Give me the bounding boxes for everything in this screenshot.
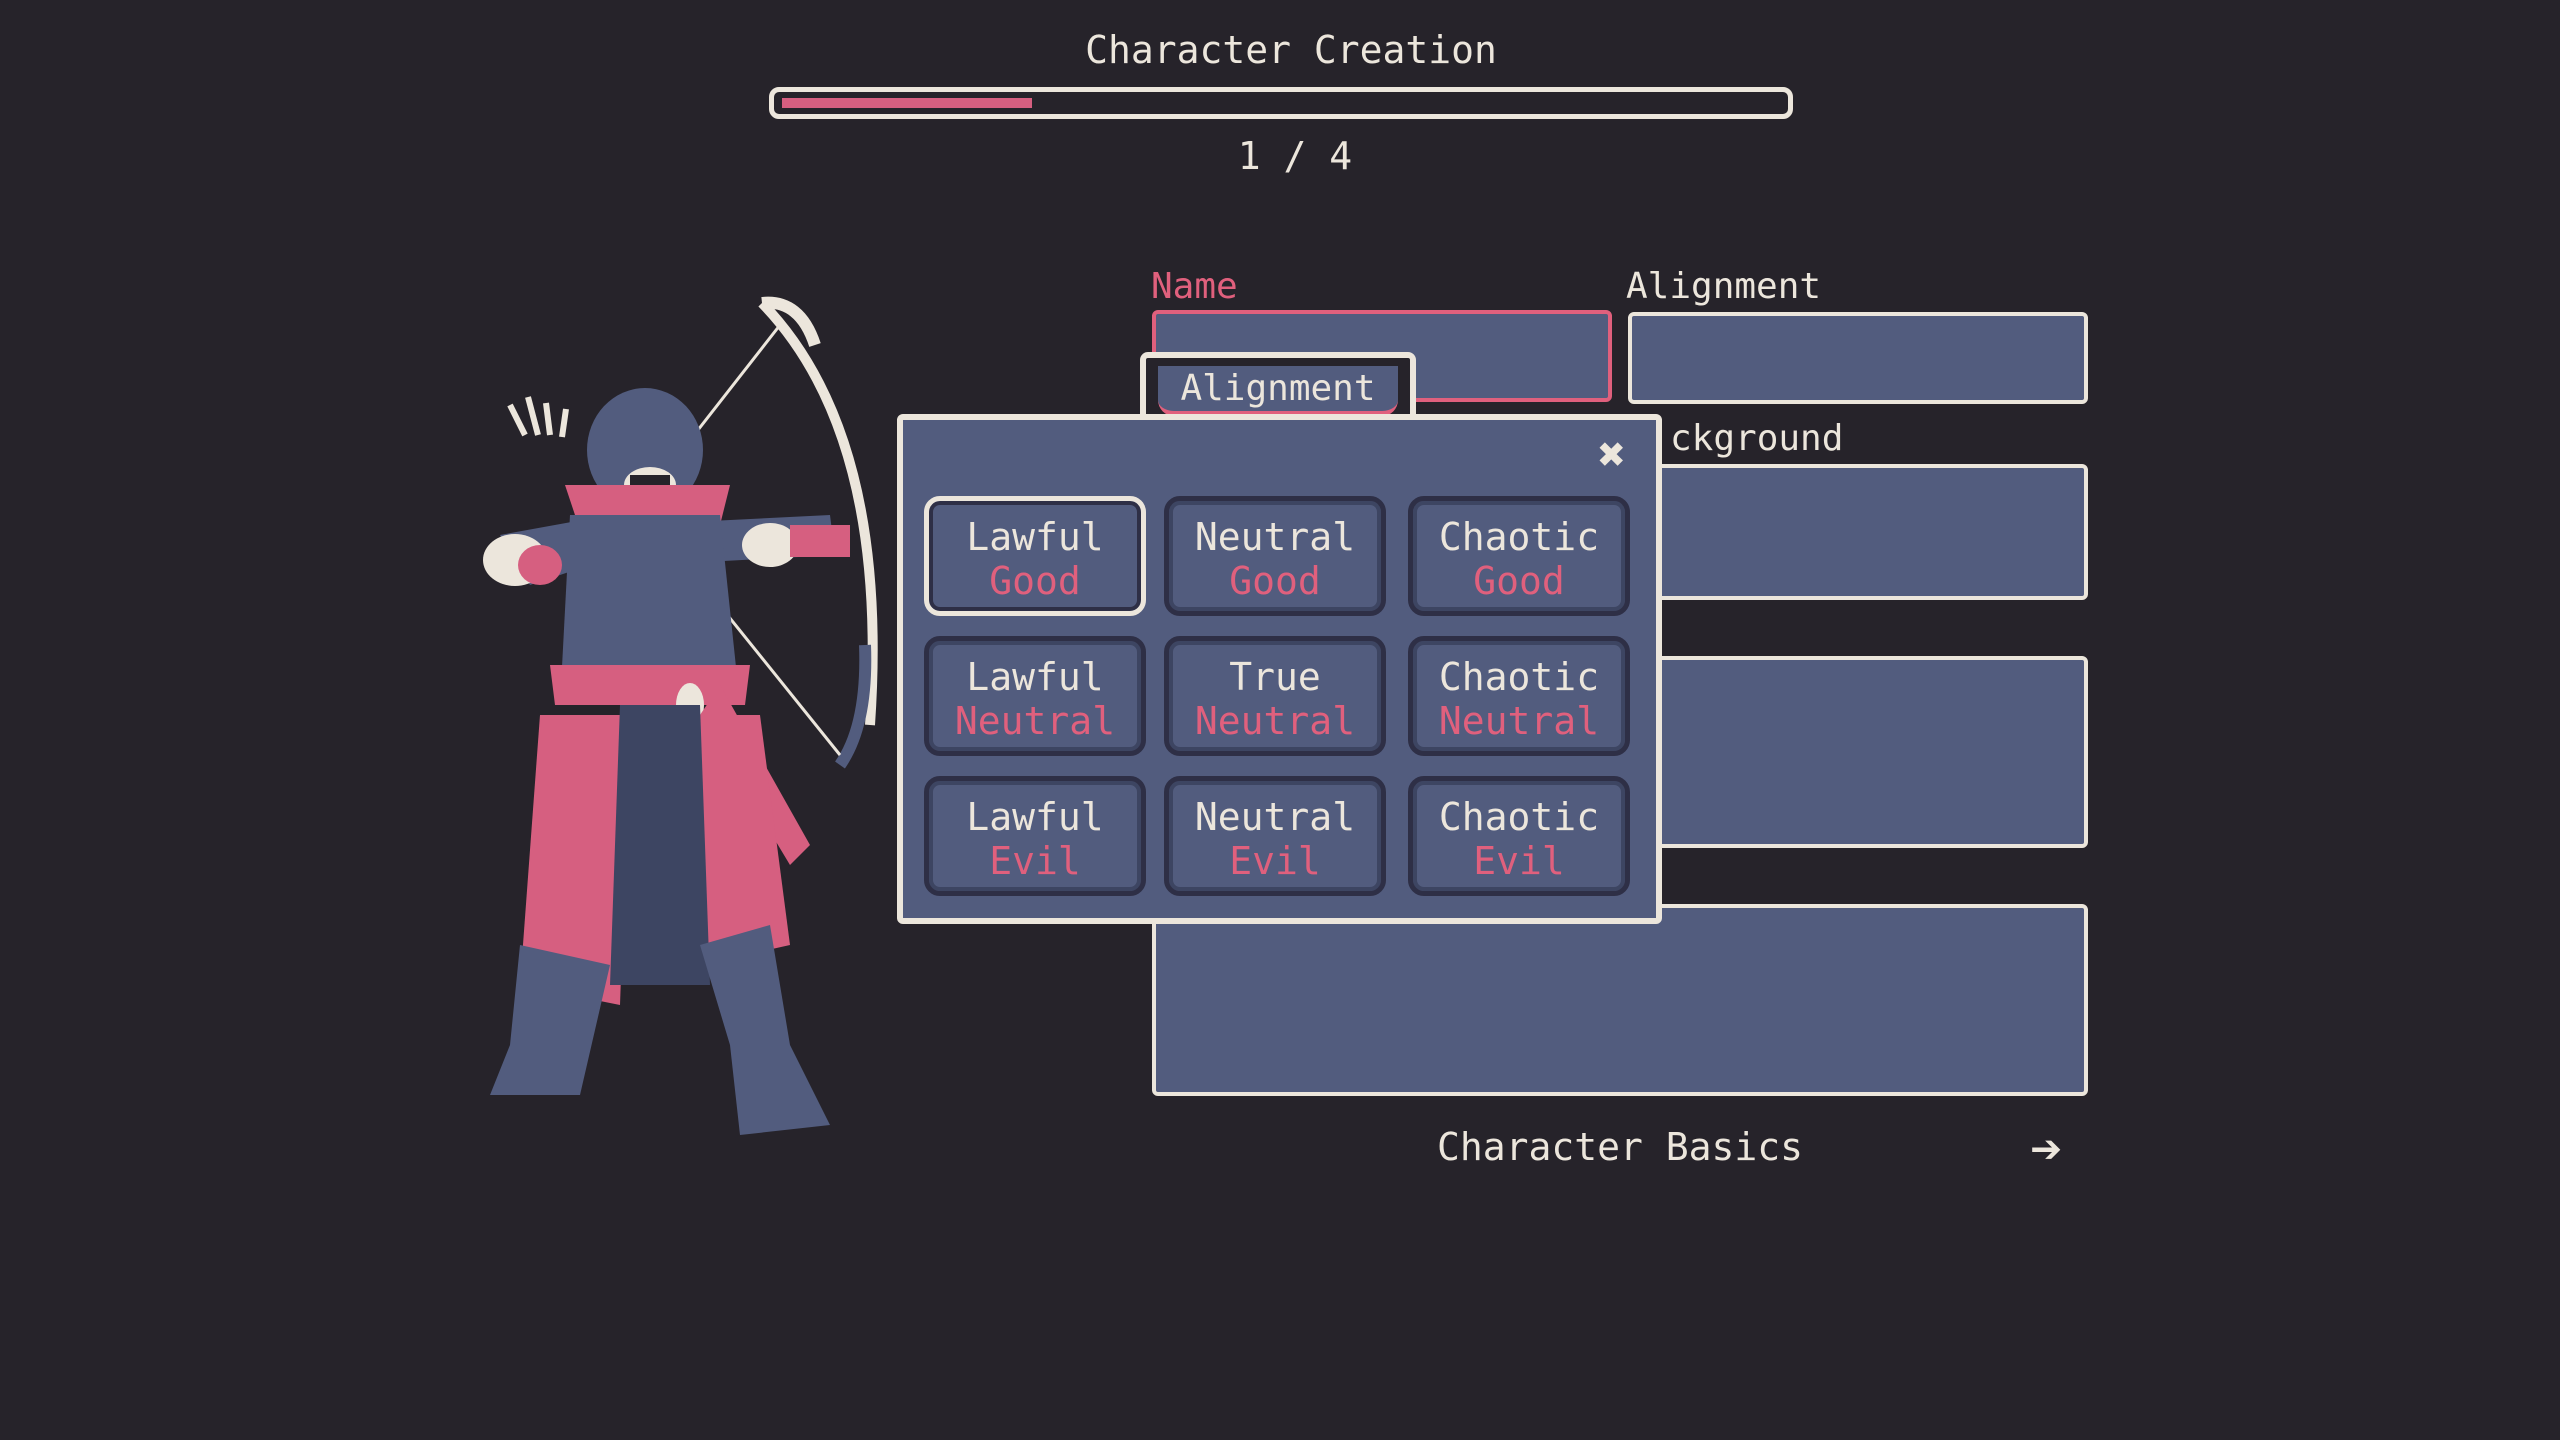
description-field[interactable] <box>1152 904 2088 1096</box>
alignment-option[interactable]: Lawful Good <box>924 496 1146 616</box>
alignment-option-line1: Neutral <box>1194 795 1356 839</box>
alignment-option-line1: True <box>1229 655 1321 699</box>
section-label: Character Basics <box>1436 1125 1804 1169</box>
alignment-option[interactable]: True Neutral <box>1164 636 1386 756</box>
name-label: Name <box>1151 266 1238 307</box>
alignment-option-line1: Neutral <box>1194 515 1356 559</box>
page-title: Character Creation <box>1085 28 1497 72</box>
alignment-option-line2: Neutral <box>1438 699 1600 743</box>
details-field[interactable] <box>1628 656 2088 848</box>
alignment-option-line1: Lawful <box>966 655 1104 699</box>
alignment-option[interactable]: Lawful Evil <box>924 776 1146 896</box>
background-field[interactable] <box>1628 464 2088 600</box>
alignment-option-line2: Evil <box>989 839 1081 883</box>
background-label: ckground <box>1670 418 1844 459</box>
alignment-option[interactable]: Chaotic Evil <box>1408 776 1630 896</box>
progress-step: 1 / 4 <box>1237 134 1353 178</box>
character-archer-illustration <box>483 296 878 1135</box>
alignment-label: Alignment <box>1626 266 1822 307</box>
alignment-option-line1: Chaotic <box>1438 655 1600 699</box>
alignment-option[interactable]: Chaotic Good <box>1408 496 1630 616</box>
alignment-field[interactable] <box>1628 312 2088 404</box>
alignment-option[interactable]: Neutral Evil <box>1164 776 1386 896</box>
modal-title: Alignment <box>1158 366 1398 416</box>
progress-fill <box>782 98 1032 108</box>
alignment-option[interactable]: Chaotic Neutral <box>1408 636 1630 756</box>
alignment-option-line1: Chaotic <box>1438 795 1600 839</box>
alignment-option-line2: Evil <box>1229 839 1321 883</box>
alignment-option[interactable]: Neutral Good <box>1164 496 1386 616</box>
alignment-option-line2: Good <box>1229 559 1321 603</box>
alignment-option-line1: Lawful <box>966 515 1104 559</box>
alignment-option-line1: Lawful <box>966 795 1104 839</box>
alignment-option-line2: Neutral <box>1194 699 1356 743</box>
alignment-option-line1: Chaotic <box>1438 515 1600 559</box>
alignment-option-line2: Good <box>1473 559 1565 603</box>
alignment-option-line2: Good <box>989 559 1081 603</box>
alignment-option-line2: Evil <box>1473 839 1565 883</box>
alignment-option[interactable]: Lawful Neutral <box>924 636 1146 756</box>
close-icon[interactable]: ✖ <box>1590 431 1634 477</box>
alignment-option-line2: Neutral <box>954 699 1116 743</box>
progress-bar <box>769 87 1793 119</box>
arrow-right-icon[interactable]: ➔ <box>2030 1120 2063 1178</box>
